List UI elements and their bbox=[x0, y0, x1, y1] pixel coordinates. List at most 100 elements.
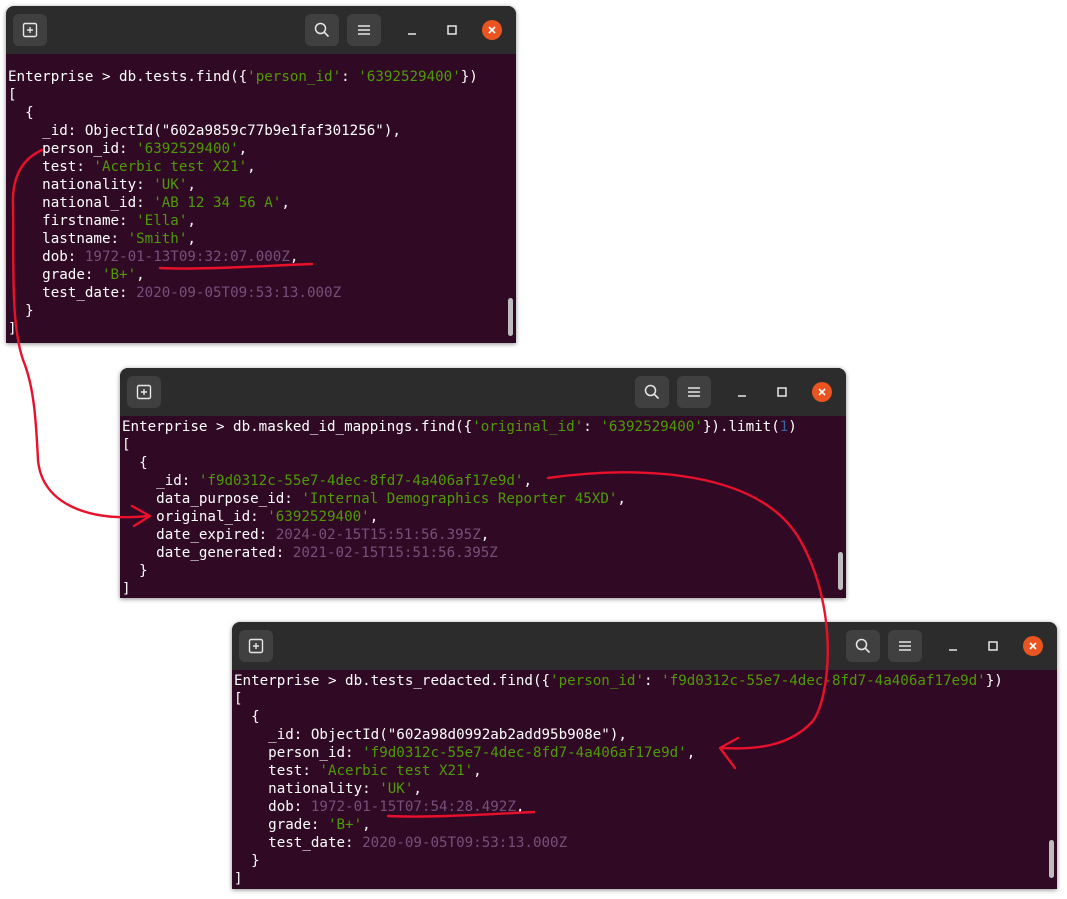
text-token: : bbox=[644, 673, 662, 689]
maximize-button[interactable] bbox=[983, 636, 1003, 656]
text-token: _id: ObjectId("602a98d0992ab2add95b908e"… bbox=[234, 727, 627, 743]
output-line: _id: ObjectId("602a9859c77b9e1faf301256"… bbox=[8, 122, 502, 140]
terminal-output[interactable]: Enterprise > db.masked_id_mappings.find(… bbox=[122, 418, 832, 598]
output-line: ] bbox=[122, 580, 832, 598]
window-titlebar bbox=[232, 622, 1057, 670]
output-line: [ bbox=[234, 690, 1043, 708]
text-token: , bbox=[369, 509, 379, 525]
new-tab-icon bbox=[136, 384, 152, 400]
text-token: } bbox=[8, 303, 34, 319]
string-token: 'UK' bbox=[379, 781, 414, 797]
search-icon bbox=[644, 384, 660, 400]
output-line: data_purpose_id: 'Internal Demographics … bbox=[122, 490, 832, 508]
new-tab-button[interactable] bbox=[127, 376, 161, 408]
output-line: original_id: '6392529400', bbox=[122, 508, 832, 526]
minimize-icon bbox=[738, 395, 746, 397]
string-token: 'original_id' bbox=[472, 419, 584, 435]
minimize-button[interactable] bbox=[402, 20, 422, 40]
new-tab-button[interactable] bbox=[239, 630, 273, 662]
text-token: date_generated: bbox=[122, 545, 293, 561]
terminal-window-tests-redacted: Enterprise > db.tests_redacted.find({'pe… bbox=[232, 622, 1057, 889]
minimize-icon bbox=[408, 33, 416, 35]
output-line: person_id: 'f9d0312c-55e7-4dec-8fd7-4a40… bbox=[234, 744, 1043, 762]
text-token: } bbox=[234, 853, 260, 869]
text-token: grade: bbox=[8, 267, 102, 283]
string-token: 'Ella' bbox=[136, 213, 188, 229]
menu-button[interactable] bbox=[347, 14, 381, 46]
menu-button[interactable] bbox=[677, 376, 711, 408]
string-token: 'Acerbic test X21' bbox=[93, 159, 248, 175]
scrollbar-thumb[interactable] bbox=[1049, 840, 1054, 878]
string-token: '6392529400' bbox=[600, 419, 703, 435]
string-token: 'UK' bbox=[153, 177, 188, 193]
text-token: , bbox=[136, 267, 145, 283]
search-icon bbox=[314, 22, 330, 38]
maximize-icon bbox=[447, 25, 457, 35]
close-button[interactable] bbox=[1023, 636, 1043, 656]
output-line: person_id: '6392529400', bbox=[8, 140, 502, 158]
text-token: original_id: bbox=[122, 509, 268, 525]
hamburger-menu-icon bbox=[688, 387, 700, 397]
terminal-window-tests: Enterprise > db.tests.find({'person_id':… bbox=[6, 6, 516, 343]
text-token: , bbox=[480, 527, 490, 543]
close-icon bbox=[1029, 642, 1037, 650]
minimize-button[interactable] bbox=[732, 382, 752, 402]
menu-button[interactable] bbox=[888, 630, 922, 662]
date-token: 1972-01-15T07:54:28.492Z bbox=[310, 799, 516, 815]
text-token: data_purpose_id: bbox=[122, 491, 302, 507]
output-line: } bbox=[234, 852, 1043, 870]
minimize-button[interactable] bbox=[943, 636, 963, 656]
text-token: , bbox=[187, 231, 196, 247]
output-line: grade: 'B+', bbox=[234, 816, 1043, 834]
text-token: , bbox=[247, 159, 256, 175]
terminal-output[interactable]: Enterprise > db.tests_redacted.find({'pe… bbox=[234, 672, 1043, 888]
string-token: 'person_id' bbox=[550, 673, 645, 689]
text-token: ] bbox=[8, 321, 17, 337]
text-token: date_expired: bbox=[122, 527, 276, 543]
new-tab-icon bbox=[248, 638, 264, 654]
close-button[interactable] bbox=[482, 20, 502, 40]
text-token: [ bbox=[8, 87, 17, 103]
maximize-button[interactable] bbox=[772, 382, 792, 402]
search-button[interactable] bbox=[635, 376, 669, 408]
output-line: dob: 1972-01-13T09:32:07.000Z, bbox=[8, 248, 502, 266]
output-line: _id: ObjectId("602a98d0992ab2add95b908e"… bbox=[234, 726, 1043, 744]
output-line: _id: 'f9d0312c-55e7-4dec-8fd7-4a406af17e… bbox=[122, 472, 832, 490]
text-token: national_id: bbox=[8, 195, 154, 211]
maximize-button[interactable] bbox=[442, 20, 462, 40]
maximize-icon bbox=[988, 641, 998, 651]
text-token: grade: bbox=[234, 817, 328, 833]
output-line: [ bbox=[8, 86, 502, 104]
text-token: _id: bbox=[122, 473, 199, 489]
text-token: dob: bbox=[8, 249, 85, 265]
output-line: test: 'Acerbic test X21', bbox=[234, 762, 1043, 780]
close-button[interactable] bbox=[812, 382, 832, 402]
output-line: nationality: 'UK', bbox=[234, 780, 1043, 798]
text-token: , bbox=[281, 195, 290, 211]
output-line: date_expired: 2024-02-15T15:51:56.395Z, bbox=[122, 526, 832, 544]
scrollbar-thumb[interactable] bbox=[508, 298, 513, 336]
text-token: [ bbox=[234, 691, 243, 707]
output-line: } bbox=[122, 562, 832, 580]
search-button[interactable] bbox=[846, 630, 880, 662]
number-token: 1 bbox=[779, 419, 789, 435]
string-token: 'Smith' bbox=[127, 231, 188, 247]
output-line: test_date: 2020-09-05T09:53:13.000Z bbox=[8, 284, 502, 302]
text-token: nationality: bbox=[234, 781, 380, 797]
text-token: _id: ObjectId("602a9859c77b9e1faf301256"… bbox=[8, 123, 401, 139]
text-token: { bbox=[234, 709, 260, 725]
text-token: , bbox=[187, 177, 196, 193]
new-tab-icon bbox=[22, 22, 38, 38]
output-line: { bbox=[122, 454, 832, 472]
text-token: , bbox=[473, 763, 482, 779]
text-token: lastname: bbox=[8, 231, 128, 247]
search-button[interactable] bbox=[305, 14, 339, 46]
output-line: test: 'Acerbic test X21', bbox=[8, 158, 502, 176]
string-token: '6392529400' bbox=[358, 69, 461, 85]
new-tab-button[interactable] bbox=[13, 14, 47, 46]
command-line: Enterprise > db.masked_id_mappings.find(… bbox=[122, 418, 832, 436]
scrollbar-thumb[interactable] bbox=[838, 552, 843, 590]
string-token: 'f9d0312c-55e7-4dec-8fd7-4a406af17e9d' bbox=[661, 673, 986, 689]
terminal-output[interactable]: Enterprise > db.tests.find({'person_id':… bbox=[8, 68, 502, 338]
string-token: 'Acerbic test X21' bbox=[319, 763, 474, 779]
